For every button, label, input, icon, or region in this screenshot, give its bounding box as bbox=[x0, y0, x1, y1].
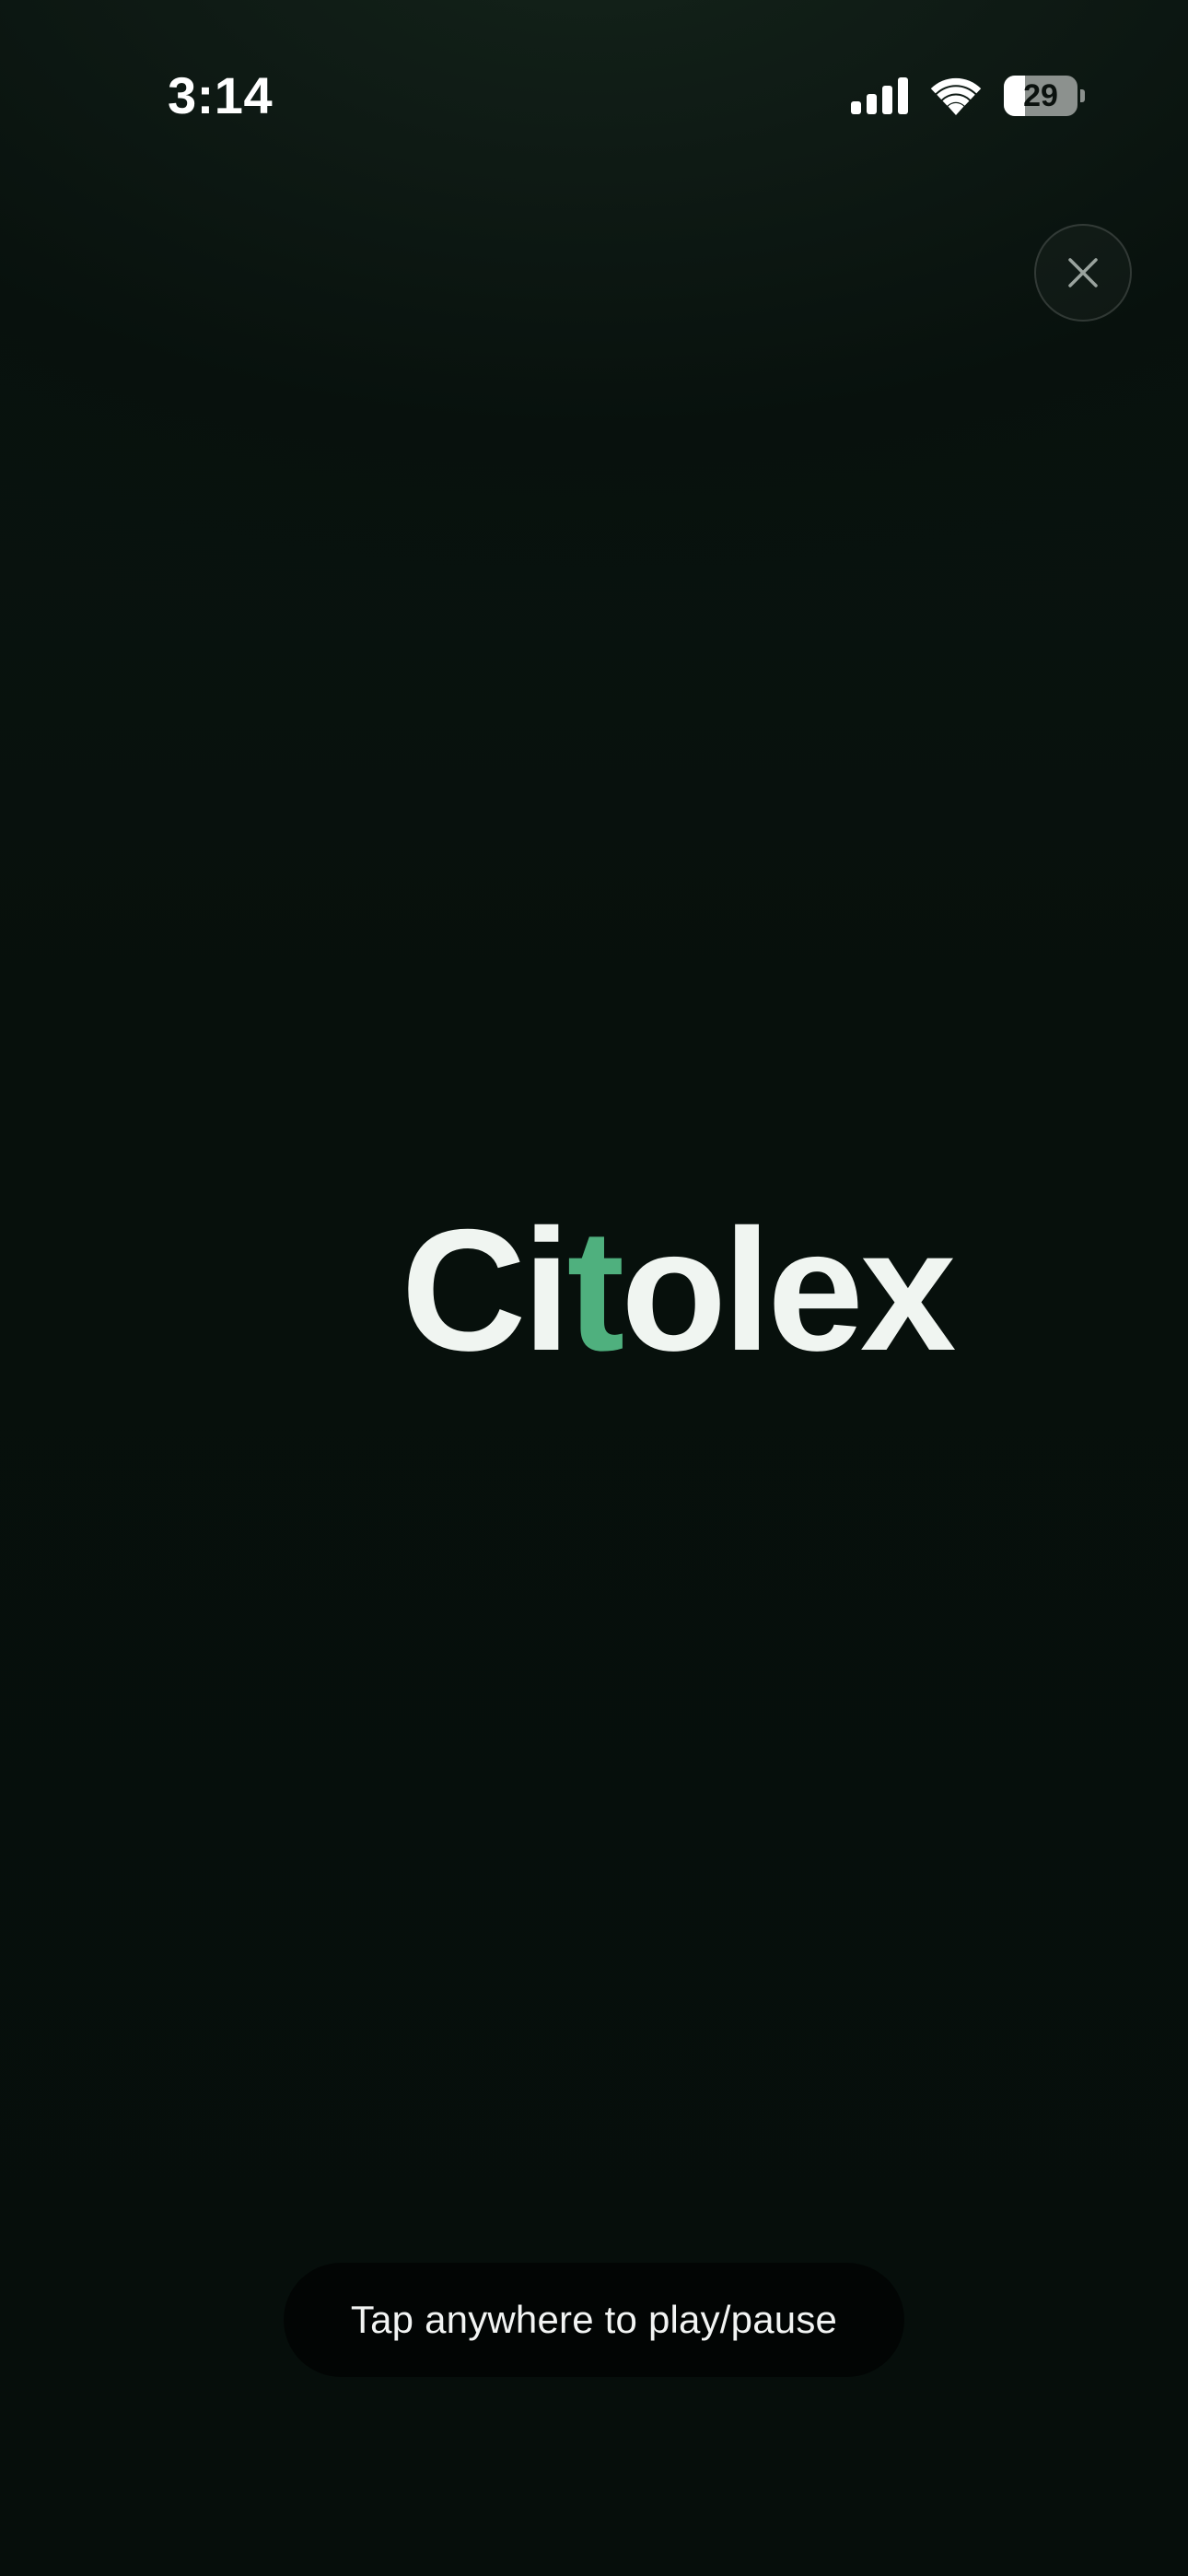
battery-icon: 29 bbox=[1004, 76, 1085, 116]
video-player-screen: 3:14 29 Citolex Tap anywhere to play/pau… bbox=[0, 0, 1188, 2576]
battery-level: 29 bbox=[1023, 78, 1058, 113]
play-pause-hint: Tap anywhere to play/pause bbox=[284, 2263, 904, 2377]
status-time: 3:14 bbox=[168, 66, 274, 124]
citolex-logo: Citolex bbox=[0, 1188, 1188, 1391]
wifi-icon bbox=[930, 77, 982, 115]
battery-cap bbox=[1080, 89, 1085, 102]
battery-body: 29 bbox=[1004, 76, 1077, 116]
cellular-signal-icon bbox=[851, 77, 908, 114]
status-bar: 3:14 29 bbox=[0, 0, 1188, 193]
logo-accent-letter: t bbox=[566, 1193, 625, 1387]
status-icons: 29 bbox=[851, 74, 1085, 118]
logo-text-end: olex bbox=[621, 1193, 956, 1387]
close-icon bbox=[1068, 258, 1098, 287]
logo-text-start: Ci bbox=[401, 1193, 571, 1387]
close-button[interactable] bbox=[1034, 224, 1132, 322]
hint-text: Tap anywhere to play/pause bbox=[350, 2298, 838, 2341]
